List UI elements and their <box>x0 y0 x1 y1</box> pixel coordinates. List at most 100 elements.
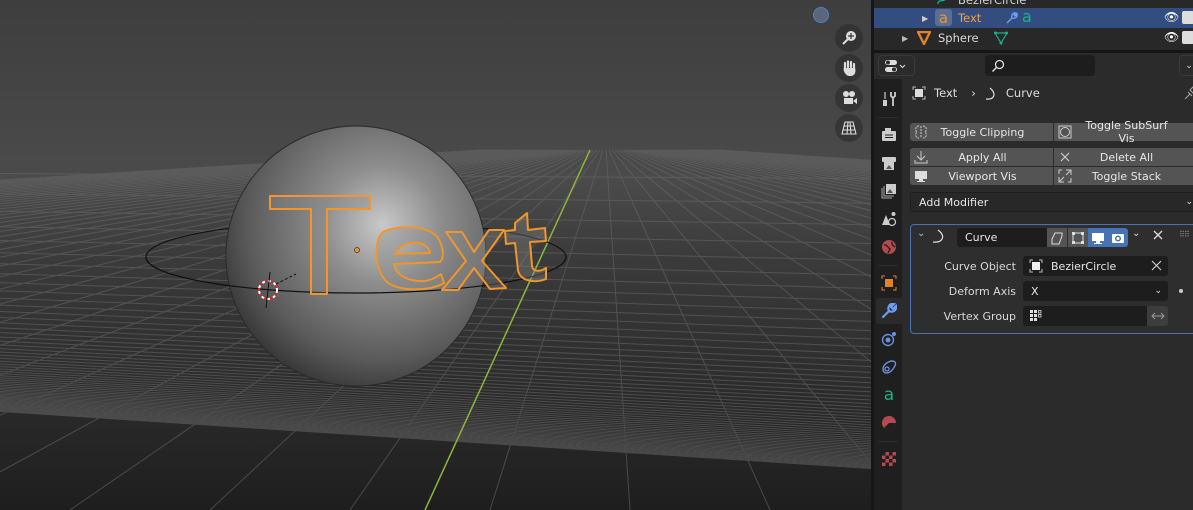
tab-output[interactable] <box>876 150 902 176</box>
clear-field-button[interactable] <box>1151 260 1162 274</box>
expand-arrow-icon[interactable]: ▶ <box>902 34 908 43</box>
ortho-toggle-button[interactable] <box>835 114 863 142</box>
tab-scene[interactable] <box>876 206 902 232</box>
camera-icon <box>843 91 857 104</box>
view-layer-icon <box>881 184 896 199</box>
tab-physics[interactable] <box>876 354 902 380</box>
navigation-gizmo-axis[interactable] <box>813 7 829 23</box>
properties-editor: ⌄ a Text › Curve Toggle Clipping Toggle … <box>874 53 1193 510</box>
tab-view-layer[interactable] <box>876 178 902 204</box>
camera-view-button[interactable] <box>835 84 863 112</box>
zoom-button[interactable] <box>835 24 863 52</box>
close-icon <box>1054 150 1076 164</box>
curve-modifier-panel: ⌄ Curve ⌄ ⠿⠿ Curve Object BezierCircle D… <box>910 224 1193 334</box>
wrench-icon[interactable] <box>1004 11 1018 28</box>
outliner-label: BezierCircle <box>958 0 1027 7</box>
curve-object-field[interactable]: BezierCircle <box>1023 256 1168 276</box>
fullscreen-icon <box>1054 169 1076 183</box>
editor-type-button[interactable] <box>878 55 915 76</box>
remove-modifier-button[interactable] <box>1152 229 1164 244</box>
camera-icon <box>1112 233 1124 243</box>
eye-icon[interactable]: 👁 <box>1164 30 1179 44</box>
world-icon <box>882 240 896 254</box>
pan-button[interactable] <box>835 54 863 82</box>
tab-texture[interactable] <box>876 446 902 472</box>
apply-all-button[interactable]: Apply All <box>910 148 1053 166</box>
3d-viewport[interactable] <box>0 0 871 510</box>
invert-vertex-group-button[interactable] <box>1147 306 1168 326</box>
chevron-down-icon: ⌄ <box>1185 197 1193 207</box>
breadcrumb: Text › Curve <box>912 86 1040 100</box>
vertex-group-label: Vertex Group <box>943 310 1016 323</box>
tab-material[interactable] <box>876 410 902 436</box>
pin-icon <box>1184 86 1193 100</box>
viewport-display-toggle[interactable] <box>1088 228 1108 247</box>
edit-mode-toggle[interactable] <box>1047 228 1067 247</box>
outliner-label: Text <box>958 11 982 25</box>
physics-icon <box>882 360 897 374</box>
toggle-clipping-button[interactable]: Toggle Clipping <box>910 123 1053 141</box>
particles-icon <box>881 332 896 347</box>
curve-object-label: Curve Object <box>944 260 1016 273</box>
tab-modifiers[interactable] <box>876 298 902 324</box>
subsurf-icon <box>1054 125 1076 139</box>
deform-axis-dropdown[interactable]: X ⌄ <box>1023 281 1168 301</box>
eye-icon[interactable]: 👁 <box>1164 10 1179 24</box>
toggle-stack-button[interactable]: Toggle Stack <box>1054 167 1193 185</box>
properties-tabs: a <box>874 79 902 510</box>
drag-handle-icon[interactable]: ⠿⠿ <box>1179 230 1190 239</box>
render-icon <box>882 128 896 141</box>
camera-render-icon[interactable] <box>1182 11 1193 24</box>
search-icon <box>991 59 1005 72</box>
grid-perspective-icon <box>841 121 857 135</box>
on-cage-toggle[interactable] <box>1068 228 1088 247</box>
modifier-properties: Text › Curve Toggle Clipping Toggle SubS… <box>902 79 1193 510</box>
wrench-icon <box>881 303 897 319</box>
modifier-name-input[interactable]: Curve <box>957 228 1047 247</box>
toggle-subsurf-vis-button[interactable]: Toggle SubSurf Vis <box>1054 119 1193 145</box>
camera-render-icon[interactable] <box>1182 31 1193 44</box>
on-cage-icon <box>1072 231 1084 244</box>
texture-icon <box>882 452 896 466</box>
text-data-icon[interactable]: a <box>1022 7 1032 26</box>
add-modifier-dropdown[interactable]: Add Modifier ⌄ <box>910 192 1193 212</box>
mesh-data-icon[interactable] <box>993 31 1009 48</box>
outliner-row-text[interactable]: ▶ a Text a 👁 <box>874 7 1193 28</box>
keyframe-decorator-icon[interactable] <box>1179 289 1183 293</box>
curve-modifier-icon <box>931 228 947 247</box>
collapse-chevron-icon[interactable]: ⌄ <box>917 228 925 239</box>
tab-world[interactable] <box>876 234 902 260</box>
outliner-row-sphere[interactable]: ▶ Sphere 👁 <box>874 28 1193 48</box>
properties-header: ⌄ <box>874 53 1193 79</box>
tab-particles[interactable] <box>876 326 902 352</box>
breadcrumb-separator: › <box>971 86 976 100</box>
hand-icon <box>843 60 856 76</box>
object-icon <box>1029 259 1043 273</box>
object-icon <box>881 275 897 291</box>
curve-data-icon <box>936 0 950 6</box>
tab-render[interactable] <box>876 122 902 148</box>
render-toggle[interactable] <box>1108 228 1128 247</box>
tab-object-data[interactable]: a <box>876 382 902 408</box>
mesh-object-icon <box>916 30 932 48</box>
tab-object[interactable] <box>876 270 902 296</box>
origin-point <box>354 247 360 253</box>
vertex-group-field[interactable] <box>1023 306 1147 326</box>
object-icon <box>912 86 926 100</box>
options-dropdown-button[interactable]: ⌄ <box>1179 55 1193 76</box>
delete-all-button[interactable]: Delete All <box>1054 148 1193 166</box>
viewport-vis-button[interactable]: Viewport Vis <box>910 167 1053 185</box>
tab-tool[interactable] <box>876 86 902 112</box>
pin-button[interactable] <box>1184 86 1193 103</box>
expand-arrow-icon[interactable]: ▶ <box>922 14 928 23</box>
text-object-icon: a <box>935 9 952 27</box>
properties-search-input[interactable] <box>985 55 1095 76</box>
close-icon <box>1151 260 1162 271</box>
scene-canvas[interactable] <box>0 0 871 510</box>
deform-axis-label: Deform Axis <box>948 285 1016 298</box>
clipping-icon <box>910 125 932 139</box>
close-icon <box>1153 230 1163 240</box>
modifier-menu-chevron-icon[interactable]: ⌄ <box>1132 228 1140 239</box>
breadcrumb-object: Text <box>934 86 958 100</box>
chevron-down-icon: ⌄ <box>1154 286 1162 296</box>
